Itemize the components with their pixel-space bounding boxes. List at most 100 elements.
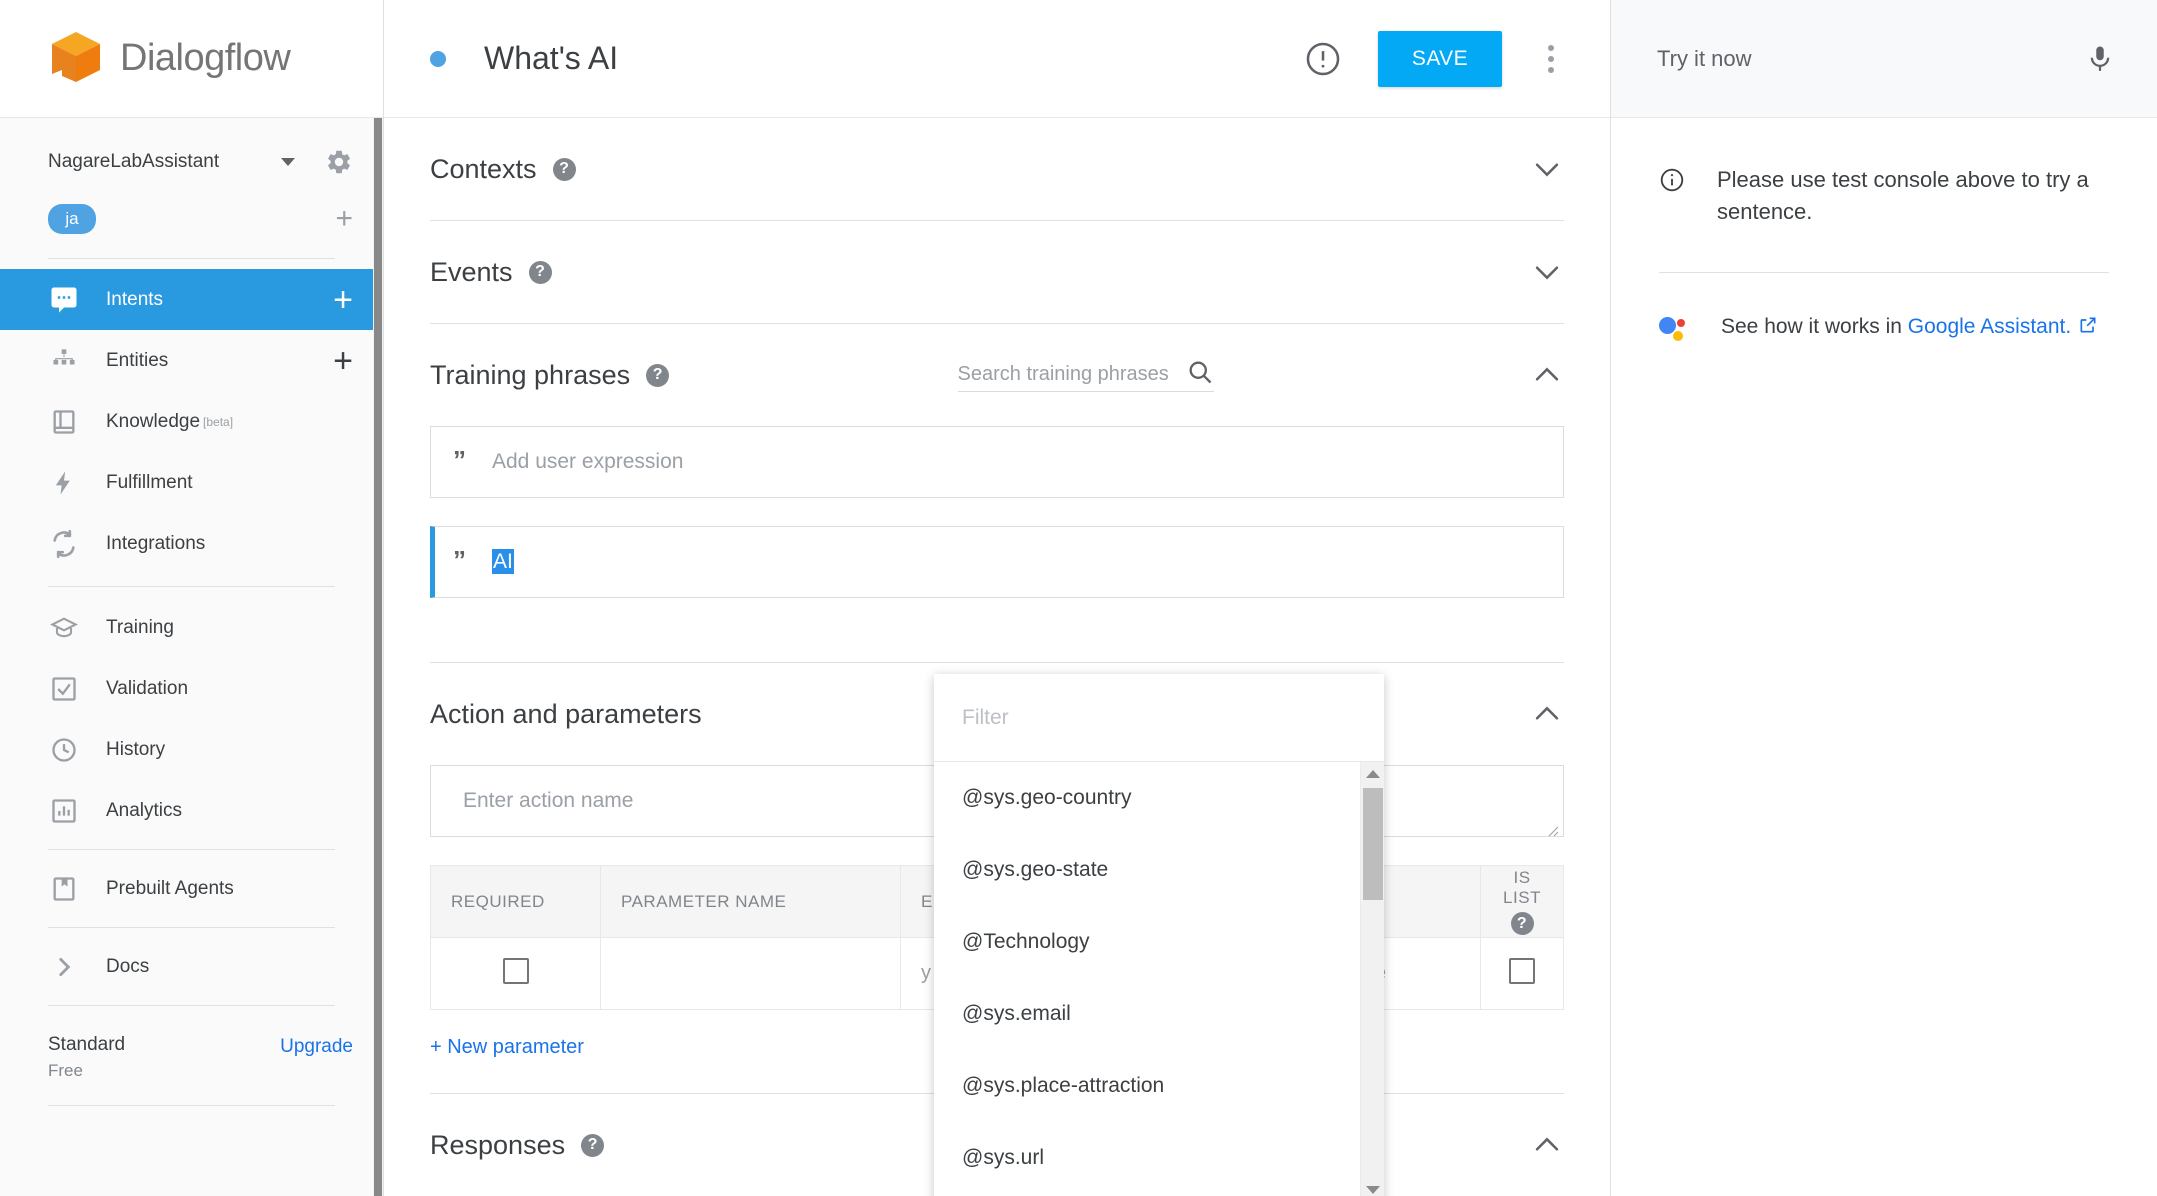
training-phrases-list: ” Add user expression ” AI xyxy=(430,426,1564,662)
quote-icon: ” xyxy=(453,545,466,575)
sidebar-item-history[interactable]: History xyxy=(0,719,383,780)
add-language-icon[interactable]: + xyxy=(335,204,353,234)
help-icon[interactable]: ? xyxy=(581,1133,605,1157)
try-it-now-panel: Try it now Please use test console above… xyxy=(1610,0,2157,1196)
chevron-up-icon[interactable] xyxy=(1530,358,1564,392)
external-link-icon[interactable] xyxy=(2078,317,2098,340)
sidebar-item-label: Analytics xyxy=(106,799,183,821)
sidebar-divider-2 xyxy=(48,586,335,587)
sidebar-item-fulfillment[interactable]: Fulfillment xyxy=(0,452,383,513)
entity-list-scrollbar[interactable] xyxy=(1360,762,1384,1196)
try-it-now-input[interactable]: Try it now xyxy=(1657,46,2085,72)
col-is-list-label: IS LIST xyxy=(1503,868,1541,907)
list-item[interactable]: @sys.geo-state xyxy=(934,834,1384,906)
book-icon xyxy=(48,406,80,438)
help-icon[interactable]: ? xyxy=(1510,912,1534,935)
agent-selector[interactable]: NagareLabAssistant xyxy=(0,132,383,192)
section-contexts-header[interactable]: Contexts ? xyxy=(430,118,1564,220)
add-user-expression-row[interactable]: ” Add user expression xyxy=(430,426,1564,498)
cell-required xyxy=(430,937,601,1010)
sidebar-item-training[interactable]: Training xyxy=(0,597,383,658)
training-phrase-text[interactable]: AI xyxy=(492,549,514,574)
sidebar-item-knowledge[interactable]: Knowledge [beta] xyxy=(0,391,383,452)
chevron-up-icon[interactable] xyxy=(1530,1128,1564,1162)
section-events-header[interactable]: Events ? xyxy=(430,221,1564,323)
is-list-checkbox[interactable] xyxy=(1509,957,1535,984)
entity-list[interactable]: @sys.geo-country @sys.geo-state @Technol… xyxy=(934,762,1384,1196)
note-text: Please use test console above to try a s… xyxy=(1717,167,2089,224)
test-console-note: Please use test console above to try a s… xyxy=(1659,164,2109,228)
language-row: ja + xyxy=(0,192,383,246)
bolt-icon xyxy=(48,467,80,499)
list-item[interactable]: @sys.url xyxy=(934,1122,1384,1194)
search-icon[interactable] xyxy=(1186,358,1214,386)
action-placeholder: Enter action name xyxy=(463,789,634,812)
training-phrase-row[interactable]: ” AI xyxy=(430,526,1564,598)
help-icon[interactable]: ? xyxy=(528,260,552,284)
sidebar-item-prebuilt-agents[interactable]: Prebuilt Agents xyxy=(0,858,383,919)
triangle-down-icon[interactable] xyxy=(1366,1186,1380,1194)
plan-row: Standard Free Upgrade xyxy=(0,1014,383,1097)
help-icon[interactable]: ? xyxy=(552,157,576,181)
microphone-icon[interactable] xyxy=(2085,42,2115,76)
sidebar-item-label: Validation xyxy=(106,677,189,699)
language-chip-ja[interactable]: ja xyxy=(48,204,96,234)
triangle-up-icon[interactable] xyxy=(1366,770,1380,778)
required-checkbox[interactable] xyxy=(502,957,529,984)
search-input[interactable] xyxy=(957,363,1176,386)
sidebar-item-label: Prebuilt Agents xyxy=(106,877,234,899)
list-item[interactable]: @sys.email xyxy=(934,978,1384,1050)
page-title[interactable]: What's AI xyxy=(484,40,1304,77)
sidebar-item-integrations[interactable]: Integrations xyxy=(0,513,383,574)
sidebar-item-docs[interactable]: Docs xyxy=(0,936,383,997)
gear-icon[interactable] xyxy=(325,148,353,176)
section-training-phrases: Training phrases ? Search training phras… xyxy=(430,324,1564,663)
status-dot xyxy=(430,50,446,67)
upgrade-link[interactable]: Upgrade xyxy=(280,1036,353,1058)
chevron-down-icon[interactable] xyxy=(1530,255,1564,289)
sidebar-item-label: Knowledge xyxy=(106,410,201,432)
sidebar-item-intents[interactable]: Intents + xyxy=(0,269,383,330)
col-is-list: IS LIST ? xyxy=(1480,865,1564,938)
list-item[interactable]: @sys.geo-country xyxy=(934,762,1384,834)
sidebar-item-label: Fulfillment xyxy=(106,471,193,493)
google-assistant-link[interactable]: Google Assistant. xyxy=(1908,315,2071,338)
dialogflow-console: Dialogflow NagareLabAssistant ja + Inten… xyxy=(0,0,2157,1196)
dialogflow-logo-icon xyxy=(48,30,104,88)
new-parameter-button[interactable]: + New parameter xyxy=(430,1036,584,1059)
sidebar-scrollbar[interactable] xyxy=(373,118,383,1196)
plan-tier: Free xyxy=(48,1060,83,1080)
chevron-up-icon[interactable] xyxy=(1530,697,1564,731)
chevron-down-icon[interactable] xyxy=(1530,152,1564,186)
add-entity-icon[interactable]: + xyxy=(333,344,353,378)
entity-dropdown: @sys.geo-country @sys.geo-state @Technol… xyxy=(934,674,1384,1196)
bar-chart-icon xyxy=(48,795,80,827)
sidebar-item-label: Intents xyxy=(106,288,164,310)
chevron-down-icon[interactable] xyxy=(281,158,295,166)
filter-input[interactable] xyxy=(962,705,1342,730)
section-title: Contexts xyxy=(430,153,537,184)
brand-logo[interactable]: Dialogflow xyxy=(0,0,383,118)
sidebar-item-analytics[interactable]: Analytics xyxy=(0,780,383,841)
sidebar-scrollbar-thumb[interactable] xyxy=(374,118,382,1196)
sidebar-item-entities[interactable]: Entities + xyxy=(0,330,383,391)
brand-name: Dialogflow xyxy=(120,37,291,79)
agent-name: NagareLabAssistant xyxy=(48,151,220,172)
add-intent-icon[interactable]: + xyxy=(333,283,353,317)
exclamation-circle-icon[interactable] xyxy=(1304,40,1342,78)
sidebar-divider-6 xyxy=(48,1104,335,1106)
list-item[interactable]: @Technology xyxy=(934,906,1384,978)
help-icon[interactable]: ? xyxy=(646,363,670,387)
graduation-cap-icon xyxy=(48,612,80,644)
save-button[interactable]: SAVE xyxy=(1377,30,1502,87)
resize-grip-icon[interactable] xyxy=(1545,819,1559,837)
add-expression-placeholder: Add user expression xyxy=(492,450,684,473)
sidebar-item-label: Docs xyxy=(106,955,150,977)
list-item[interactable]: @sys.place-attraction xyxy=(934,1050,1384,1122)
cell-parameter-name[interactable] xyxy=(600,937,901,1010)
section-events: Events ? xyxy=(430,221,1564,324)
selected-text[interactable]: AI xyxy=(492,549,514,574)
scrollbar-thumb[interactable] xyxy=(1363,788,1383,900)
kebab-menu-icon[interactable] xyxy=(1532,44,1570,73)
sidebar-item-validation[interactable]: Validation xyxy=(0,658,383,719)
